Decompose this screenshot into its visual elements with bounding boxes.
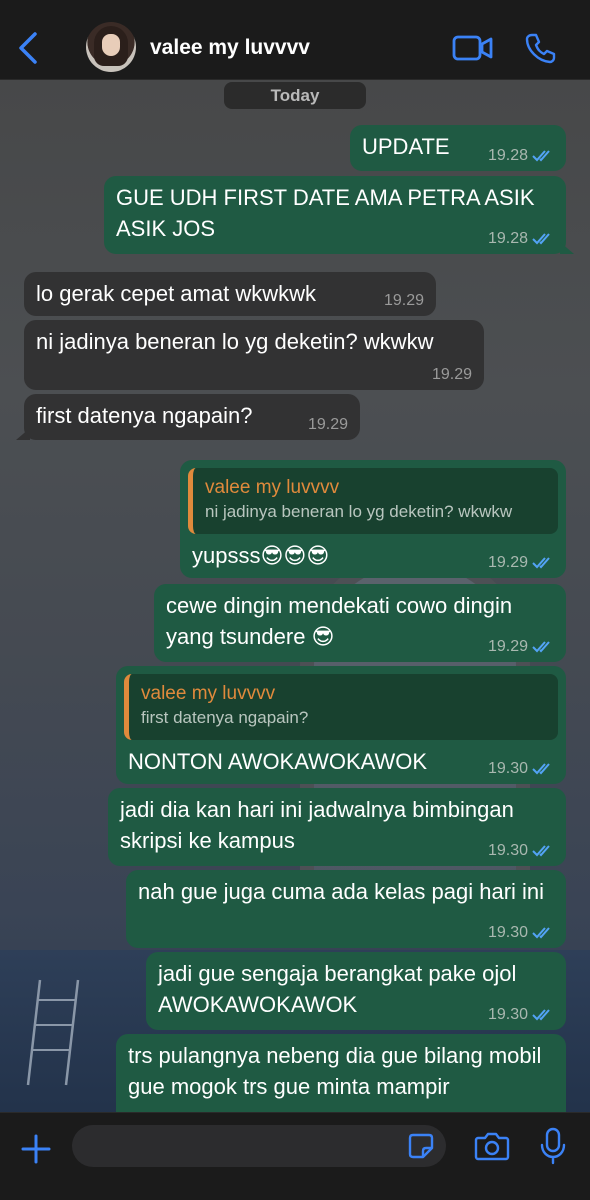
- double-check-icon: [532, 150, 550, 162]
- contact-name[interactable]: valee my luvvvv: [150, 36, 310, 60]
- message-bubble-outgoing[interactable]: cewe dingin mendekati cowo dingin yang t…: [154, 584, 566, 662]
- message-bubble-outgoing[interactable]: jadi gue sengaja berangkat pake ojol AWO…: [146, 952, 566, 1030]
- avatar[interactable]: [86, 22, 136, 72]
- message-list[interactable]: Today UPDATE 19.28 GUE UDH FIRST DATE AM…: [0, 80, 590, 1112]
- message-meta: 19.29: [488, 638, 554, 656]
- message-bubble-incoming[interactable]: first datenya ngapain? 19.29: [16, 394, 360, 440]
- chat-screen: valee my luvvvv Today UPDATE 19.28 GUE U: [0, 0, 590, 1200]
- quoted-message[interactable]: valee my luvvvv first datenya ngapain?: [124, 674, 558, 740]
- message-bubble-outgoing[interactable]: UPDATE 19.28: [350, 125, 566, 171]
- double-check-icon: [532, 927, 550, 939]
- message-text: trs pulangnya nebeng dia gue bilang mobi…: [128, 1043, 542, 1099]
- message-text: jadi gue sengaja berangkat pake ojol AWO…: [158, 961, 517, 1017]
- message-meta: 19.28: [488, 147, 554, 165]
- message-bubble-outgoing[interactable]: trs pulangnya nebeng dia gue bilang mobi…: [116, 1034, 566, 1112]
- message-text: first datenya ngapain?: [36, 403, 253, 428]
- message-meta: 19.29: [432, 366, 472, 384]
- video-camera-icon[interactable]: [452, 34, 494, 62]
- chevron-left-icon[interactable]: [14, 30, 42, 66]
- double-check-icon: [532, 233, 550, 245]
- camera-icon[interactable]: [474, 1131, 510, 1161]
- avatar-face: [102, 34, 120, 56]
- message-text: cewe dingin mendekati cowo dingin yang t…: [166, 593, 513, 649]
- message-time: 19.28: [487, 147, 528, 164]
- message-meta: 19.29: [308, 416, 348, 434]
- message-bubble-incoming[interactable]: ni jadinya beneran lo yg deketin? wkwkw …: [24, 320, 484, 390]
- message-bubble-outgoing[interactable]: GUE UDH FIRST DATE AMA PETRA ASIK ASIK J…: [104, 176, 574, 254]
- message-text: nah gue juga cuma ada kelas pagi hari in…: [138, 879, 545, 904]
- quoted-sender: valee my luvvvv: [141, 683, 276, 704]
- message-meta: 19.28: [488, 230, 554, 248]
- double-check-icon: [532, 845, 550, 857]
- message-text: yupsss😎😎😎: [192, 543, 330, 568]
- double-check-icon: [532, 641, 550, 653]
- quoted-text: ni jadinya beneran lo yg deketin? wkwkw: [205, 502, 513, 521]
- message-meta: 19.29: [488, 554, 554, 572]
- message-meta: 19.30: [488, 1006, 554, 1024]
- message-bubble-incoming[interactable]: lo gerak cepet amat wkwkwk 19.29: [24, 272, 436, 316]
- double-check-icon: [532, 763, 550, 775]
- double-check-icon: [532, 557, 550, 569]
- message-bubble-outgoing[interactable]: jadi dia kan hari ini jadwalnya bimbinga…: [108, 788, 566, 866]
- phone-icon[interactable]: [524, 32, 556, 64]
- message-time: 19.29: [487, 554, 528, 571]
- message-input[interactable]: [72, 1125, 446, 1167]
- message-bubble-outgoing[interactable]: valee my luvvvv ni jadinya beneran lo yg…: [180, 460, 566, 578]
- message-text: ni jadinya beneran lo yg deketin? wkwkw: [36, 329, 434, 354]
- quoted-message[interactable]: valee my luvvvv ni jadinya beneran lo yg…: [188, 468, 558, 534]
- sticker-icon[interactable]: [408, 1133, 434, 1159]
- chat-header: valee my luvvvv: [0, 0, 590, 80]
- message-text: NONTON AWOKAWOKAWOK: [128, 749, 428, 774]
- message-bubble-outgoing[interactable]: nah gue juga cuma ada kelas pagi hari in…: [126, 870, 566, 948]
- microphone-icon[interactable]: [540, 1127, 566, 1165]
- quoted-text: first datenya ngapain?: [141, 708, 309, 727]
- message-time: 19.30: [487, 924, 528, 941]
- message-text: jadi dia kan hari ini jadwalnya bimbinga…: [120, 797, 514, 853]
- composer-bar: [0, 1112, 590, 1200]
- message-meta: 19.29: [384, 292, 424, 310]
- wallpaper-ladder: [26, 979, 80, 1086]
- message-bubble-outgoing[interactable]: valee my luvvvv first datenya ngapain? N…: [116, 666, 566, 784]
- message-time: 19.30: [487, 1006, 528, 1023]
- message-time: 19.30: [487, 760, 528, 777]
- message-meta: 19.30: [488, 760, 554, 778]
- message-time: 19.30: [487, 842, 528, 859]
- message-text: GUE UDH FIRST DATE AMA PETRA ASIK ASIK J…: [116, 185, 535, 241]
- message-time: 19.29: [307, 416, 348, 433]
- message-text: lo gerak cepet amat wkwkwk: [36, 281, 316, 306]
- double-check-icon: [532, 1009, 550, 1021]
- quoted-sender: valee my luvvvv: [205, 477, 340, 498]
- date-divider: Today: [224, 82, 366, 109]
- plus-icon[interactable]: [20, 1133, 52, 1165]
- message-time: 19.29: [487, 638, 528, 655]
- message-time: 19.29: [431, 366, 472, 383]
- message-meta: 19.30: [488, 842, 554, 860]
- message-meta: 19.30: [488, 924, 554, 942]
- message-text: UPDATE: [362, 134, 450, 159]
- message-time: 19.29: [383, 292, 424, 309]
- message-time: 19.28: [487, 230, 528, 247]
